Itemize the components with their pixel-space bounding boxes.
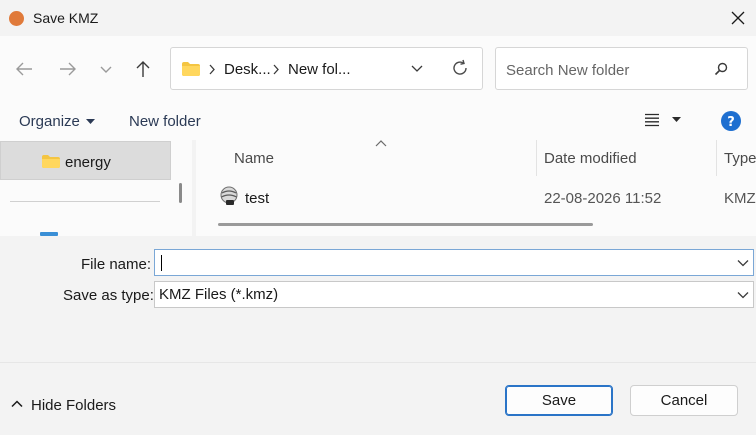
arrow-right-icon (60, 62, 76, 76)
back-button[interactable] (10, 55, 38, 83)
refresh-icon[interactable] (451, 59, 469, 77)
chevron-right-icon (209, 64, 215, 75)
help-button[interactable]: ? (721, 111, 741, 134)
list-view-icon (645, 113, 659, 127)
hide-folders-button[interactable]: Hide Folders (31, 397, 116, 414)
horizontal-scrollbar[interactable] (218, 223, 593, 226)
chevron-down-icon[interactable] (737, 259, 749, 267)
date-modified-cell: 22-08-2026 11:52 (544, 190, 662, 207)
chevron-down-icon[interactable] (410, 64, 424, 74)
search-icon[interactable] (714, 62, 728, 76)
caret-down-icon (85, 118, 95, 124)
address-bar[interactable]: Desk... New fol... (170, 47, 483, 90)
help-icon: ? (721, 111, 741, 131)
svg-text:?: ? (727, 115, 735, 130)
window-title: Save KMZ (33, 10, 99, 26)
chevron-up-icon[interactable] (11, 400, 23, 408)
chevron-down-icon (100, 66, 112, 73)
forward-button[interactable] (54, 55, 82, 83)
search-placeholder: Search New folder (506, 62, 630, 79)
command-bar (0, 102, 756, 140)
close-icon (731, 11, 745, 25)
arrow-left-icon (16, 62, 32, 76)
column-separator[interactable] (536, 140, 537, 176)
new-folder-button[interactable]: New folder (129, 113, 201, 130)
sort-ascending-icon (375, 140, 387, 147)
title-bar (0, 0, 756, 36)
column-header-name[interactable]: Name (234, 150, 274, 167)
type-cell: KMZ (724, 190, 756, 207)
recent-locations-button[interactable] (92, 55, 120, 83)
nav-pane-scrollbar[interactable] (179, 183, 182, 203)
address-segment-desktop[interactable]: Desk... (224, 61, 271, 78)
file-name-cell[interactable]: test (245, 190, 269, 207)
column-header-type[interactable]: Type (724, 150, 756, 167)
text-cursor (161, 255, 162, 271)
folder-icon (42, 155, 60, 168)
save-as-type-label: Save as type: (63, 287, 154, 304)
chevron-down-icon (737, 292, 749, 299)
app-icon (9, 11, 24, 26)
up-button[interactable] (129, 55, 157, 83)
view-options-button[interactable] (644, 113, 681, 127)
file-name-input[interactable] (154, 249, 754, 276)
chevron-right-icon (273, 64, 279, 75)
save-as-type-select[interactable]: KMZ Files (*.kmz) (154, 281, 754, 308)
kmz-file-icon (220, 186, 238, 205)
organize-button[interactable]: Organize (19, 113, 95, 130)
column-header-date-modified[interactable]: Date modified (544, 150, 637, 167)
arrow-up-icon (136, 61, 150, 77)
folder-icon (182, 62, 200, 76)
address-segment-new-folder[interactable]: New fol... (288, 61, 351, 78)
table-row[interactable] (196, 180, 756, 214)
column-separator[interactable] (716, 140, 717, 176)
close-button[interactable] (720, 0, 756, 36)
file-name-label: File name: (81, 256, 152, 273)
nav-item-energy[interactable]: energy (0, 141, 171, 180)
cancel-button[interactable]: Cancel (630, 385, 738, 416)
save-button[interactable]: Save (505, 385, 613, 416)
nav-divider (10, 201, 160, 202)
organize-label: Organize (19, 113, 80, 130)
search-box[interactable]: Search New folder (495, 47, 748, 90)
nav-item-label: energy (65, 154, 111, 171)
caret-down-icon (672, 117, 681, 122)
save-as-type-value: KMZ Files (*.kmz) (159, 286, 279, 303)
